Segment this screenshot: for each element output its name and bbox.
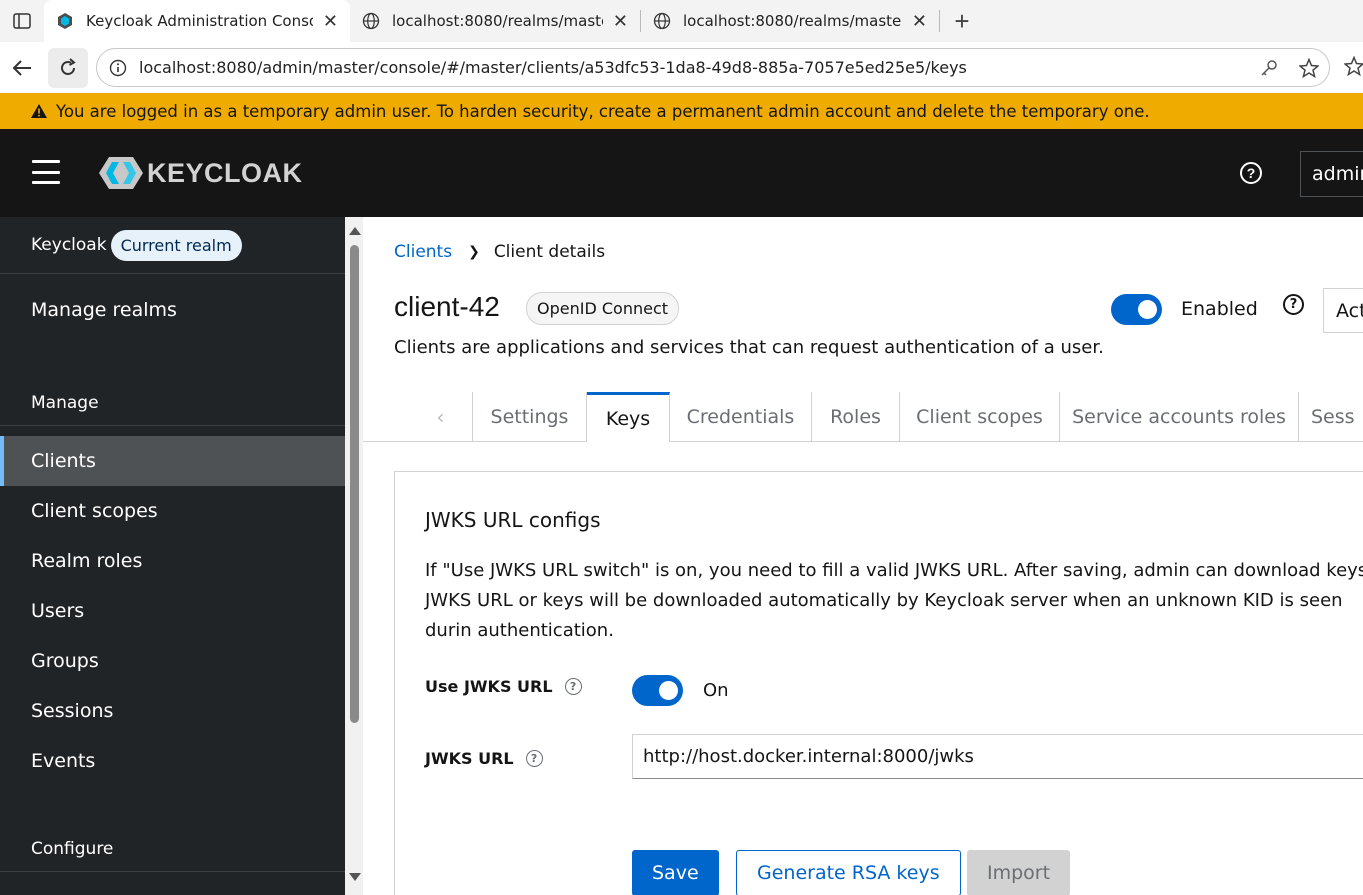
masthead: KEYCLOAK ? admin [0, 129, 1363, 217]
site-info-icon[interactable] [109, 59, 127, 77]
tab-title: localhost:8080/realms/master/.we [392, 12, 603, 30]
sidebar-item-realm-roles[interactable]: Realm roles [0, 536, 345, 586]
user-menu-dropdown[interactable]: admin [1300, 151, 1363, 197]
tab-title: Keycloak Administration Console [86, 12, 313, 30]
warning-icon [31, 104, 47, 118]
sidebar-item-manage-realms[interactable]: Manage realms [0, 274, 345, 346]
page-description: Clients are applications and services th… [394, 337, 1104, 358]
back-arrow-icon[interactable] [2, 48, 42, 88]
jwks-config-card: JWKS URL configs If "Use JWKS URL switch… [394, 471, 1363, 895]
favorites-icon[interactable] [1344, 56, 1363, 78]
scroll-up-arrow-icon[interactable] [349, 227, 361, 235]
warning-text: You are logged in as a temporary admin u… [56, 101, 1150, 121]
reload-icon[interactable] [48, 47, 88, 88]
tab-client-scopes[interactable]: Client scopes [900, 392, 1060, 442]
sidebar-item-clients[interactable]: Clients [0, 436, 345, 486]
enabled-label: Enabled [1181, 298, 1258, 320]
close-tab-icon[interactable]: ✕ [912, 11, 927, 32]
card-title: JWKS URL configs [425, 508, 601, 532]
browser-tab-2[interactable]: localhost:8080/realms/master/.we ✕ [350, 0, 640, 42]
tab-credentials[interactable]: Credentials [670, 392, 812, 442]
sidebar-scrollbar[interactable] [345, 217, 363, 895]
tab-service-accounts-roles[interactable]: Service accounts roles [1060, 392, 1299, 442]
toggle-knob [1138, 300, 1157, 319]
realm-name: Keycloak [31, 235, 107, 255]
use-jwks-url-label-text: Use JWKS URL [425, 677, 553, 696]
star-icon[interactable] [1299, 57, 1319, 78]
help-icon[interactable]: ? [1240, 162, 1262, 184]
tab-settings[interactable]: Settings [473, 392, 587, 442]
jwks-url-input[interactable]: http://host.docker.internal:8000/jwks [632, 734, 1363, 779]
current-realm-badge: Current realm [110, 229, 242, 261]
tab-actions-icon[interactable] [0, 0, 44, 42]
toggle-knob [659, 681, 678, 700]
jwks-url-label-text: JWKS URL [425, 749, 514, 768]
save-button[interactable]: Save [632, 850, 719, 895]
protocol-badge: OpenID Connect [526, 292, 680, 325]
enabled-toggle[interactable] [1111, 294, 1162, 325]
browser-tab-keycloak[interactable]: Keycloak Administration Console ✕ [44, 0, 350, 42]
breadcrumb: Clients ❯ Client details [394, 242, 605, 262]
use-jwks-url-label: Use JWKS URL ? [425, 677, 582, 696]
breadcrumb-current: Client details [493, 242, 606, 262]
tabs-scroll-left-icon[interactable]: ‹ [409, 392, 473, 442]
help-icon[interactable]: ? [564, 678, 582, 695]
sidebar-item-users[interactable]: Users [0, 586, 345, 636]
browser-tab-3[interactable]: localhost:8080/realms/master/pro ✕ [641, 0, 939, 42]
main-content: Clients ❯ Client details client-42 OpenI… [363, 217, 1363, 895]
keycloak-logo-icon [99, 157, 143, 189]
import-button[interactable]: Import [967, 850, 1071, 895]
sidebar-item-groups[interactable]: Groups [0, 636, 345, 686]
use-jwks-url-toggle[interactable] [632, 675, 683, 706]
logo-text: KEYCLOAK [147, 157, 303, 188]
help-icon[interactable]: ? [1283, 294, 1304, 315]
sidebar-item-sessions[interactable]: Sessions [0, 686, 345, 736]
action-dropdown[interactable]: Act [1323, 288, 1363, 333]
sidebar-section-manage: Manage [0, 380, 345, 426]
page-title: client-42 [394, 291, 500, 322]
sidebar-section-configure: Configure [0, 826, 345, 872]
scroll-down-arrow-icon[interactable] [349, 873, 361, 881]
key-icon[interactable] [1259, 58, 1279, 78]
temporary-admin-warning-banner: You are logged in as a temporary admin u… [0, 93, 1363, 129]
jwks-url-label: JWKS URL ? [425, 749, 543, 768]
chevron-right-icon: ❯ [468, 244, 480, 260]
client-tabs: ‹ Settings Keys Credentials Roles Client… [363, 392, 1363, 442]
sidebar-item-client-scopes[interactable]: Client scopes [0, 486, 345, 536]
realm-selector[interactable]: Keycloak Current realm [0, 217, 345, 274]
close-tab-icon[interactable]: ✕ [323, 11, 338, 32]
sidebar-item-events[interactable]: Events [0, 736, 345, 786]
breadcrumb-clients-link[interactable]: Clients [394, 242, 452, 262]
generate-rsa-keys-button[interactable]: Generate RSA keys [736, 850, 961, 895]
use-jwks-url-state: On [703, 680, 729, 701]
new-tab-icon[interactable]: + [940, 0, 984, 42]
address-bar-row: localhost:8080/admin/master/console/#/ma… [0, 42, 1363, 93]
sidebar: Keycloak Current realm Manage realms Man… [0, 217, 345, 895]
tab-keys[interactable]: Keys [587, 392, 670, 442]
tab-roles[interactable]: Roles [812, 392, 900, 442]
close-tab-icon[interactable]: ✕ [613, 11, 628, 32]
tab-title: localhost:8080/realms/master/pro [683, 12, 902, 30]
globe-icon [362, 12, 380, 30]
help-icon[interactable]: ? [525, 750, 543, 767]
globe-icon [653, 12, 671, 30]
hamburger-menu-icon[interactable] [32, 160, 60, 184]
tab-sessions[interactable]: Sess [1299, 392, 1363, 442]
keycloak-favicon-icon [58, 13, 72, 29]
browser-tab-strip: Keycloak Administration Console ✕ localh… [0, 0, 1363, 42]
address-bar[interactable]: localhost:8080/admin/master/console/#/ma… [96, 48, 1330, 87]
url-text: localhost:8080/admin/master/console/#/ma… [139, 58, 967, 77]
card-help-text: If "Use JWKS URL switch" is on, you need… [425, 560, 1363, 641]
scrollbar-thumb[interactable] [350, 245, 359, 723]
keycloak-logo[interactable]: KEYCLOAK [97, 155, 303, 191]
